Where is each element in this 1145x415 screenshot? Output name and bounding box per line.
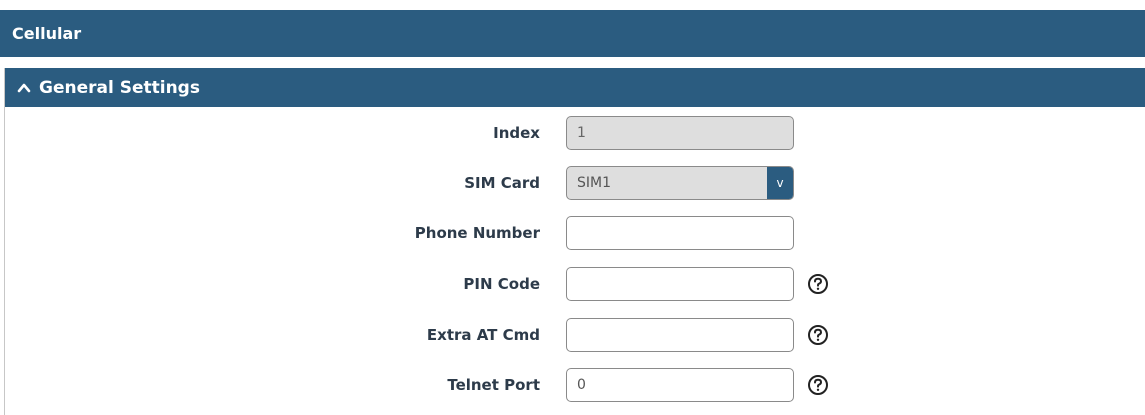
sim-card-row: SIM Card SIM1 v xyxy=(5,166,1145,200)
extra-at-cmd-field[interactable] xyxy=(566,318,794,352)
telnet-port-row: Telnet Port xyxy=(5,368,1145,402)
extra-at-cmd-label: Extra AT Cmd xyxy=(426,326,540,344)
sim-card-select[interactable]: SIM1 v xyxy=(566,166,794,200)
phone-number-row: Phone Number xyxy=(5,216,1145,250)
index-row: Index xyxy=(5,116,1145,150)
extra-at-cmd-row: Extra AT Cmd xyxy=(5,318,1145,352)
chevron-down-icon: v xyxy=(767,167,793,199)
phone-number-field[interactable] xyxy=(566,216,794,250)
index-field xyxy=(566,116,794,150)
pin-code-field[interactable] xyxy=(566,267,794,301)
index-label: Index xyxy=(493,124,540,142)
general-settings-toggle[interactable]: General Settings xyxy=(5,68,1145,107)
telnet-port-field[interactable] xyxy=(566,368,794,402)
question-circle-icon[interactable] xyxy=(807,374,829,396)
page-title: Cellular xyxy=(12,24,82,43)
chevron-up-icon xyxy=(17,83,31,92)
phone-number-label: Phone Number xyxy=(414,224,540,242)
pin-code-label: PIN Code xyxy=(463,275,540,293)
sim-card-value: SIM1 xyxy=(577,175,612,191)
question-circle-icon[interactable] xyxy=(807,273,829,295)
pin-code-row: PIN Code xyxy=(5,267,1145,301)
sim-card-label: SIM Card xyxy=(464,174,540,192)
panel-title: General Settings xyxy=(39,77,200,98)
telnet-port-label: Telnet Port xyxy=(447,376,540,394)
general-settings-panel: General Settings Index SIM Card SIM1 v P… xyxy=(4,68,1145,415)
top-strip xyxy=(0,0,1145,10)
page-header: Cellular xyxy=(0,10,1145,57)
question-circle-icon[interactable] xyxy=(807,324,829,346)
